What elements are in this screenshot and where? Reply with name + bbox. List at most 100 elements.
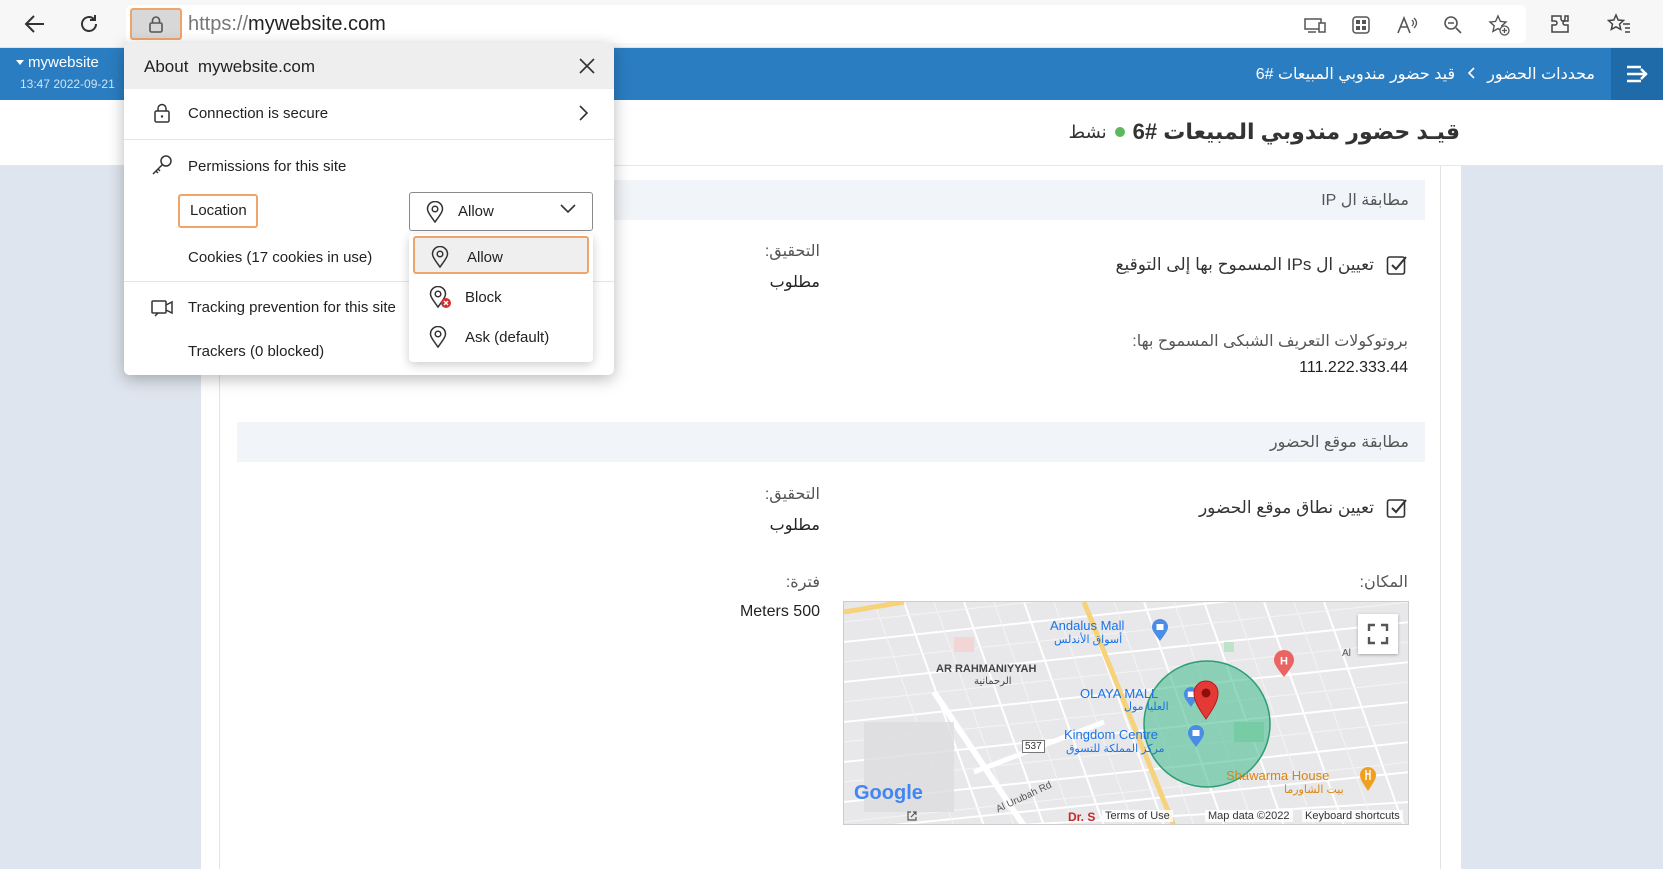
mall-pin-icon[interactable] [1150, 618, 1170, 642]
shawarma-house-ar-label: بيت الشاورما [1284, 784, 1344, 796]
location-permission-select[interactable]: Allow [409, 192, 593, 231]
ip-section-title: مطابقة ال IP [1321, 192, 1409, 209]
site-info-header: About mywebsite.com [124, 43, 614, 89]
zoom-out-icon[interactable] [1440, 13, 1466, 37]
kingdom-centre-ar-label: مركز المملكة للتسوق [1066, 743, 1165, 755]
allowed-ips-value: 111.222.333.44 [1299, 359, 1408, 376]
road-shield-label: 537 [1022, 740, 1045, 753]
location-check-label: تعيين نطاق موقع الحضور [1198, 498, 1374, 517]
lock-icon[interactable] [130, 8, 182, 40]
location-pin-icon [426, 201, 444, 223]
divider [124, 139, 614, 140]
option-allow[interactable]: Allow [413, 236, 589, 274]
cookies-link[interactable]: Cookies (17 cookies in use) [188, 249, 372, 266]
option-ask[interactable]: Ask (default) [409, 318, 593, 356]
keyboard-shortcuts-link[interactable]: Keyboard shortcuts [1302, 810, 1403, 822]
ip-verification-value: مطلوب [769, 274, 820, 291]
tracking-prevention-icon [150, 296, 174, 320]
breadcrumb-item-current: قيد حضور مندوبي المبيعات #6 [1255, 66, 1456, 83]
checkbox-checked-icon[interactable] [1386, 497, 1408, 519]
app-available-icon[interactable] [1302, 13, 1328, 37]
favorites-icon[interactable] [1605, 10, 1633, 38]
extensions-icon[interactable] [1546, 10, 1574, 38]
location-section-header: مطابقة موقع الحضور [237, 422, 1425, 462]
tracking-heading: Tracking prevention for this site [188, 299, 396, 316]
page-title-text: قيـد حضور مندوبي المبيعات #6 [1132, 119, 1460, 144]
range-value: Meters 500 [739, 603, 820, 620]
location-permission-value: Allow [458, 203, 494, 220]
caret-down-icon [16, 59, 24, 65]
status-badge: نشط [1068, 121, 1107, 142]
key-icon [150, 153, 174, 177]
qr-code-icon[interactable] [1348, 13, 1374, 37]
breadcrumb-separator-icon [1467, 66, 1475, 82]
lock-icon [150, 101, 174, 125]
location-pin-icon [429, 326, 447, 348]
user-menu[interactable]: mywebsite [16, 54, 99, 71]
external-link-icon[interactable] [906, 810, 918, 822]
ip-verification-label: التحقيق: [764, 243, 820, 260]
option-allow-label: Allow [467, 249, 503, 266]
connection-secure-label: Connection is secure [188, 105, 329, 122]
option-ask-label: Ask (default) [465, 329, 550, 346]
read-aloud-icon[interactable] [1394, 13, 1420, 37]
location-pin-icon [431, 246, 449, 268]
map-data-label: Map data ©2022 [1205, 810, 1293, 822]
partial-street-label: Dr. S [1068, 810, 1096, 824]
browser-toolbar: https://mywebsite.com [0, 0, 1663, 48]
google-logo: Google [854, 782, 923, 804]
page-title: قيـد حضور مندوبي المبيعات #6 نشط [1069, 119, 1461, 145]
address-bar[interactable]: https://mywebsite.com [126, 5, 1526, 43]
checkbox-checked-icon[interactable] [1386, 254, 1408, 276]
status-dot [1114, 127, 1125, 137]
option-block-label: Block [465, 289, 502, 306]
olaya-mall-ar-label: العليا مول [1124, 701, 1169, 713]
allowed-ips-label: بروتوكولات التعريف الشبكى المسموح بها: [1132, 333, 1408, 350]
refresh-icon[interactable] [72, 8, 106, 40]
range-label: فترة: [785, 574, 820, 591]
kingdom-centre-label: Kingdom Centre [1064, 727, 1158, 742]
location-block-icon [429, 286, 451, 309]
hospital-letter: H [1280, 656, 1288, 668]
location-permission-label: Location [178, 194, 258, 228]
fullscreen-icon [1367, 623, 1389, 645]
location-check-row: تعيين نطاق موقع الحضور [1199, 497, 1408, 519]
menu-toggle-icon[interactable] [1611, 48, 1663, 100]
hospital-pin-icon[interactable]: H [1273, 650, 1295, 678]
location-section-title: مطابقة موقع الحضور [1269, 434, 1409, 451]
close-icon[interactable] [574, 53, 600, 79]
location-map[interactable]: Andalus Mall أسواق الأندلس AR RAHMANIYYA… [843, 601, 1409, 825]
chevron-down-icon [560, 204, 576, 214]
partial-edge-label: Al [1342, 648, 1351, 659]
user-name: mywebsite [28, 54, 99, 71]
breadcrumb: محددات الحضور قيد حضور مندوبي المبيعات #… [1256, 64, 1595, 84]
option-block[interactable]: Block [409, 278, 593, 316]
ip-check-label: تعيين ال IPs المسموح بها إلى التوقيع [1115, 255, 1374, 274]
ip-check-row: تعيين ال IPs المسموح بها إلى التوقيع [1115, 254, 1408, 276]
place-label: المكان: [1359, 574, 1408, 591]
back-icon[interactable] [18, 8, 52, 40]
mall-pin-icon[interactable] [1186, 724, 1206, 748]
location-verification-value: مطلوب [769, 517, 820, 534]
rahmaniyyah-ar-label: الرحمانية [974, 676, 1012, 687]
breadcrumb-item-attendance-rules[interactable]: محددات الحضور [1487, 64, 1595, 84]
location-permission-dropdown: Allow Block Ask (default) [409, 234, 593, 362]
location-marker-icon[interactable] [1192, 680, 1220, 720]
andalus-mall-ar-label: أسواق الأندلس [1054, 634, 1123, 646]
map-fullscreen-button[interactable] [1358, 614, 1398, 654]
andalus-mall-label: Andalus Mall [1050, 618, 1125, 633]
user-time: 13:47 2022-09-21 [20, 77, 115, 91]
permissions-heading: Permissions for this site [188, 158, 347, 175]
trackers-link[interactable]: Trackers (0 blocked) [188, 343, 324, 360]
chevron-right-icon [579, 105, 588, 121]
restaurant-pin-icon[interactable] [1358, 766, 1378, 792]
connection-secure-row[interactable]: Connection is secure [124, 89, 614, 137]
rahmaniyyah-label: AR RAHMANIYYAH [936, 663, 1037, 675]
site-info-title: About mywebsite.com [144, 57, 316, 76]
url-text[interactable]: https://mywebsite.com [188, 13, 386, 36]
location-verification-label: التحقيق: [764, 486, 820, 503]
add-favorite-icon[interactable] [1486, 13, 1512, 37]
terms-of-use-link[interactable]: Terms of Use [1102, 810, 1173, 822]
shawarma-house-label: Shawarma House [1226, 768, 1330, 783]
olaya-mall-label: OLAYA MALL [1080, 686, 1159, 701]
